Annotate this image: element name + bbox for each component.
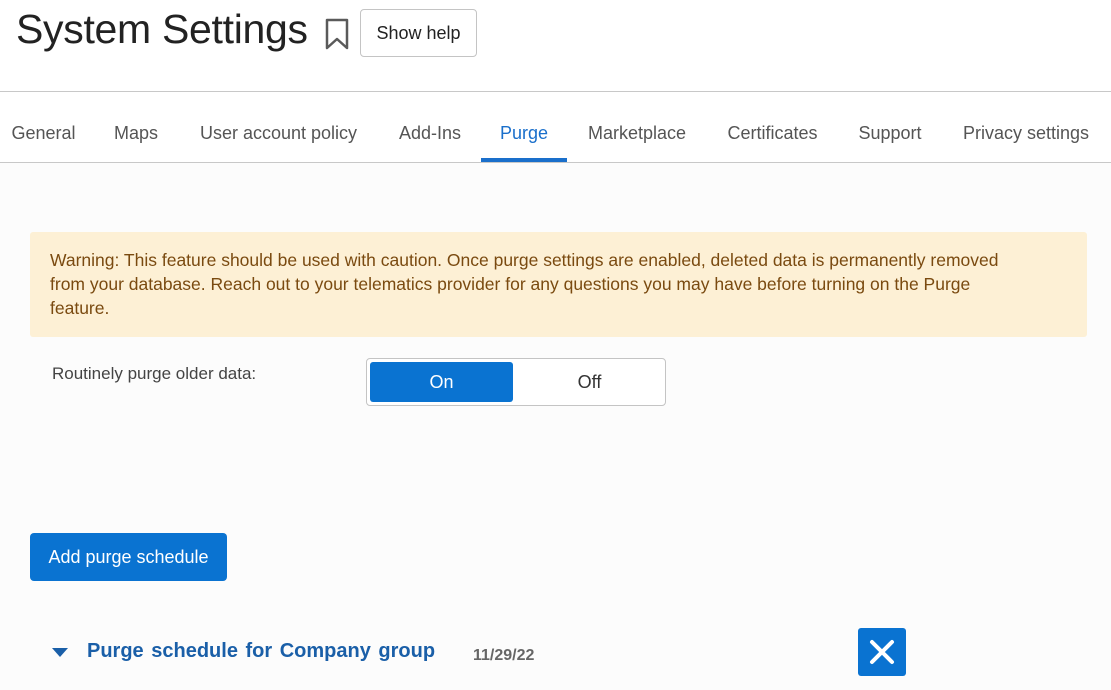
caret-down-icon[interactable] [52, 648, 68, 657]
close-icon [870, 640, 894, 664]
tab-add-ins[interactable]: Add-Ins [384, 92, 476, 162]
tab-bar: General Maps User account policy Add-Ins… [0, 92, 1111, 163]
tab-general[interactable]: General [0, 92, 87, 162]
tab-privacy-settings[interactable]: Privacy settings [950, 92, 1102, 162]
schedule-date: 11/29/22 [473, 647, 535, 664]
warning-banner: Warning: This feature should be used wit… [30, 232, 1087, 337]
warning-text: Warning: This feature should be used wit… [50, 250, 999, 318]
page-title: System Settings [16, 6, 308, 52]
schedule-title[interactable]: Purge schedule for Company group [87, 640, 435, 663]
bookmark-icon[interactable] [322, 17, 352, 51]
show-help-button[interactable]: Show help [360, 9, 477, 57]
toggle-on-option[interactable]: On [370, 362, 513, 402]
delete-schedule-button[interactable] [858, 628, 906, 676]
tab-certificates[interactable]: Certificates [715, 92, 830, 162]
add-purge-schedule-button[interactable]: Add purge schedule [30, 533, 227, 581]
tab-maps[interactable]: Maps [95, 92, 177, 162]
purge-setting-label: Routinely purge older data: [52, 364, 257, 383]
tab-purge[interactable]: Purge [481, 92, 567, 162]
toggle-off-option[interactable]: Off [518, 362, 661, 402]
tab-user-account-policy[interactable]: User account policy [187, 92, 370, 162]
page-header: System Settings Show help [0, 0, 1111, 92]
purge-toggle: On Off [366, 358, 666, 406]
tab-support[interactable]: Support [847, 92, 933, 162]
schedule-row: Purge schedule for Company group 11/29/2… [0, 620, 1111, 690]
tab-marketplace[interactable]: Marketplace [576, 92, 698, 162]
